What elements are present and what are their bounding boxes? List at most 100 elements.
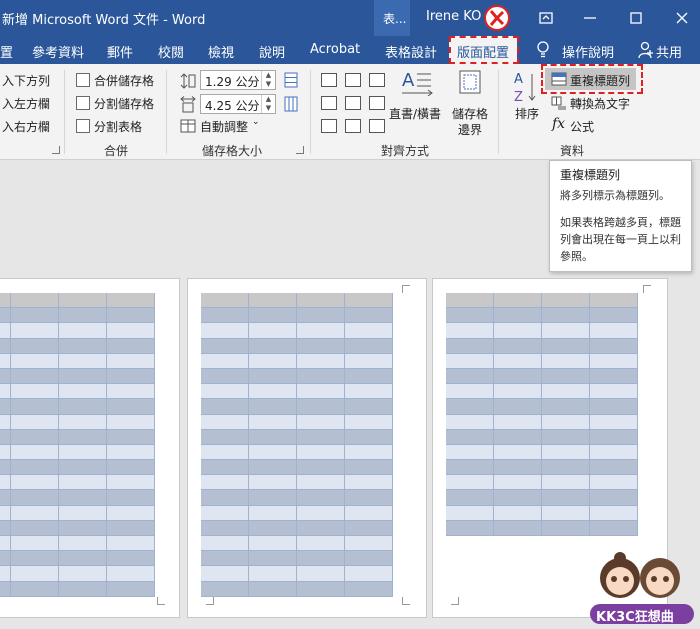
table-cell[interactable] [590,520,638,535]
table-cell[interactable] [297,566,345,581]
table-cell[interactable] [345,308,393,323]
table-cell[interactable] [542,414,590,429]
table-cell[interactable] [59,414,107,429]
split-table-button[interactable]: 分割表格 [94,118,142,135]
table-cell[interactable] [0,353,11,368]
distribute-rows-icon[interactable] [284,72,298,91]
table-cell[interactable] [0,460,11,475]
table-cell[interactable] [590,323,638,338]
table-cell[interactable] [11,414,59,429]
table-row[interactable] [201,368,393,385]
table-cell[interactable] [11,353,59,368]
table-cell[interactable] [297,368,345,384]
table-cell[interactable] [11,460,59,475]
table-row[interactable] [446,520,638,536]
table-cell[interactable] [59,308,107,323]
align-center-left-icon[interactable] [321,96,337,110]
table-cell[interactable] [201,520,249,535]
table-cell[interactable] [0,490,11,505]
table-cell[interactable] [201,308,249,323]
table-row[interactable] [446,414,638,430]
table-row[interactable] [446,323,638,339]
table-row[interactable] [201,551,393,567]
table-cell[interactable] [494,338,542,353]
table-cell[interactable] [0,505,11,520]
table-cell[interactable] [0,551,11,566]
table-cell[interactable] [297,520,345,535]
table-cell[interactable] [249,505,297,520]
table-row[interactable] [446,368,638,385]
table-row[interactable] [201,414,393,430]
table-cell[interactable] [11,338,59,353]
table-cell[interactable] [446,338,494,353]
table-cell[interactable] [297,384,345,399]
table-cell[interactable] [249,293,297,308]
document-page-1[interactable] [0,278,180,618]
table-row[interactable] [0,566,155,582]
table-cell[interactable] [249,323,297,338]
table-cell[interactable] [494,414,542,429]
table-cell[interactable] [11,368,59,384]
table-row[interactable] [0,505,155,521]
table-cell[interactable] [590,475,638,490]
table-cell[interactable] [249,308,297,323]
table-cell[interactable] [446,505,494,520]
table-row[interactable] [0,536,155,552]
table-cell[interactable] [345,536,393,551]
table-cell[interactable] [446,444,494,460]
table-cell[interactable] [59,368,107,384]
table-cell[interactable] [201,566,249,581]
table-cell[interactable] [542,353,590,368]
table-cell[interactable] [59,399,107,414]
table-cell[interactable] [107,338,155,353]
table-cell[interactable] [446,460,494,475]
table-cell[interactable] [542,520,590,535]
table-cell[interactable] [494,505,542,520]
table-cell[interactable] [11,429,59,444]
table-cell[interactable] [0,399,11,414]
row-height-spinner-icon[interactable]: ▲ ▼ [261,71,275,89]
table-cell[interactable] [249,429,297,444]
table-row[interactable] [446,384,638,400]
table-cell[interactable] [345,338,393,353]
table-cell[interactable] [297,536,345,551]
table-cell[interactable] [59,384,107,399]
table-cell[interactable] [249,338,297,353]
table-cell[interactable] [107,475,155,490]
table-row[interactable] [201,505,393,521]
table-cell[interactable] [542,399,590,414]
table-cell[interactable] [11,323,59,338]
table-cell[interactable] [0,566,11,581]
table-cell[interactable] [0,368,11,384]
table-cell[interactable] [11,566,59,581]
table-cell[interactable] [107,293,155,308]
table-cell[interactable] [590,308,638,323]
table-cell[interactable] [201,429,249,444]
table-cell[interactable] [446,414,494,429]
table-row[interactable] [201,444,393,461]
table-cell[interactable] [107,460,155,475]
table-cell[interactable] [542,384,590,399]
ribbon-display-options-icon[interactable] [534,6,558,30]
minimize-icon[interactable] [578,6,602,30]
table-cell[interactable] [297,551,345,566]
table-cell[interactable] [0,581,11,596]
table-cell[interactable] [590,399,638,414]
table-cell[interactable] [59,429,107,444]
table-cell[interactable] [542,475,590,490]
table-cell[interactable] [345,460,393,475]
table-cell[interactable] [107,581,155,596]
autofit-chevron-down-icon[interactable]: ⌄ [252,117,260,127]
table-row[interactable] [446,475,638,491]
table-cell[interactable] [11,399,59,414]
table-row[interactable] [0,475,155,491]
table-cell[interactable] [590,338,638,353]
table-cell[interactable] [107,520,155,535]
table-cell[interactable] [107,414,155,429]
table-row[interactable] [0,368,155,385]
table-cell[interactable] [590,460,638,475]
table-cell[interactable] [107,566,155,581]
table-cell[interactable] [249,444,297,460]
table-cell[interactable] [201,323,249,338]
text-direction-button[interactable]: 直書/橫書 [389,105,441,122]
